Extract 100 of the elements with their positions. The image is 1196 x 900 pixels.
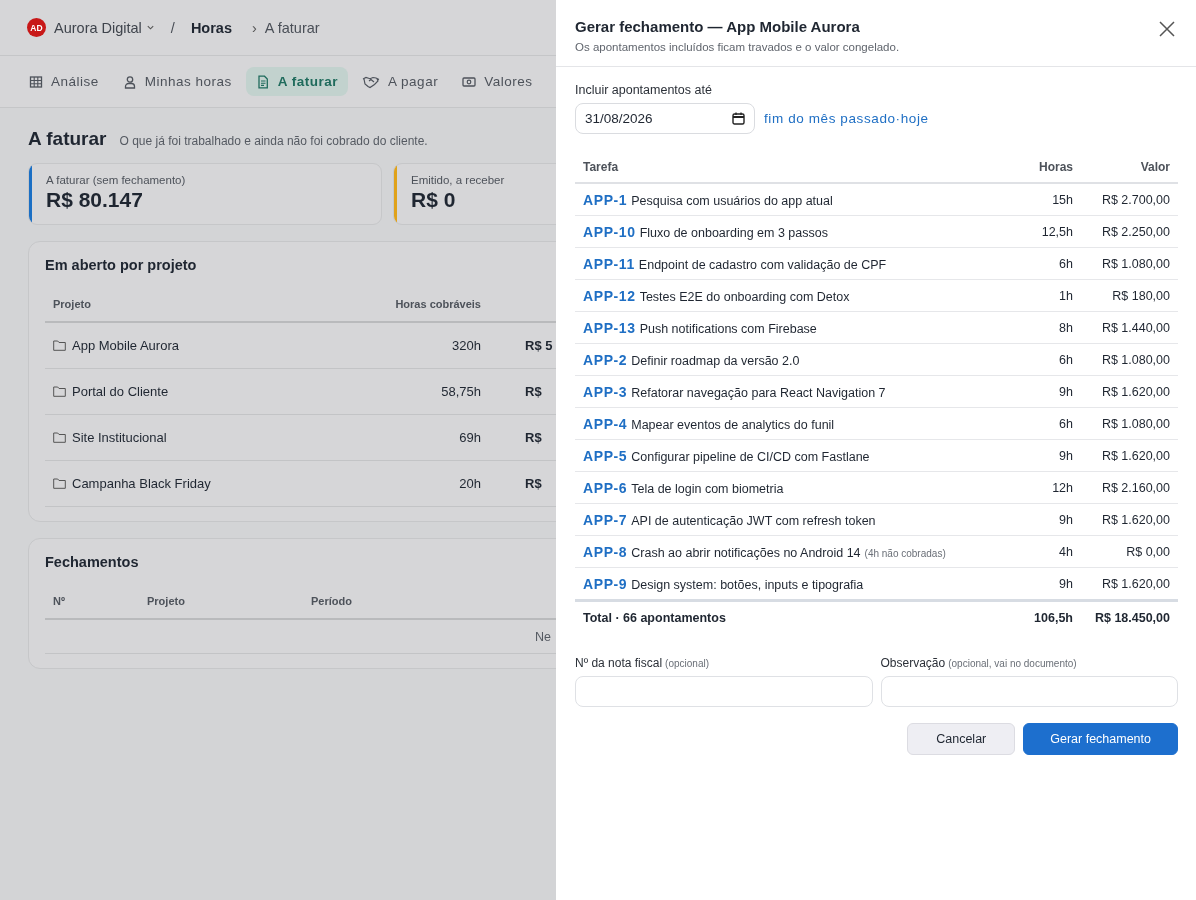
value-cell-text: R$ 1.620,00	[1100, 448, 1171, 463]
field-label: Incluir apontamentos até	[575, 83, 713, 97]
column-header: Valor	[1139, 160, 1171, 174]
drawer-subtitle: Os apontamentos incluídos ficam travados e o valor congelado.	[575, 41, 900, 53]
task-title: Testes E2E do onboarding com Detox	[639, 289, 850, 304]
field-hint: (opcional, vai no documento)	[948, 658, 1077, 669]
task-title: Refatorar navegação para React Navigation 7	[631, 385, 886, 400]
project-name: App Mobile Aurora	[72, 338, 179, 353]
task-link[interactable]: APP-5	[583, 447, 628, 464]
value-cell-text: R$ 1.620,00	[1100, 384, 1171, 399]
hours-cell-text: 320h	[451, 338, 481, 353]
card-title: Em aberto por projeto	[45, 257, 198, 273]
field-label: Nº da nota fiscal	[575, 656, 663, 670]
calendar-icon[interactable]	[732, 112, 745, 125]
task-link[interactable]: APP-10	[583, 223, 636, 240]
hours-cell-text: 15h	[1051, 192, 1073, 207]
column-header: Projeto	[146, 595, 186, 607]
task-link[interactable]: APP-4	[583, 415, 628, 432]
link-separator: ·	[895, 111, 901, 126]
metric-value: R$ 80.147	[46, 188, 144, 212]
hours-cell-text: 20h	[458, 476, 481, 491]
total-hours: 106,5h	[1033, 611, 1073, 625]
nav-tab[interactable]: Valores	[452, 67, 543, 96]
breadcrumb-arrow: ›	[252, 19, 257, 36]
breadcrumb-page: A faturar	[264, 19, 320, 36]
field-label: Observação	[880, 656, 946, 670]
task-link[interactable]: APP-3	[583, 383, 628, 400]
value-cell-text: R$ 1.440,00	[1100, 320, 1171, 335]
value-cell-text: R$ 2.250,00	[1100, 224, 1171, 239]
chevron-down-icon[interactable]	[145, 23, 155, 32]
task-link[interactable]: APP-6	[583, 479, 628, 496]
value-cell-text: R$ 2.700,00	[1100, 192, 1171, 207]
task-title: Push notifications com Firebase	[639, 321, 817, 336]
total-value: R$ 18.450,00	[1093, 611, 1171, 625]
breadcrumb-separator: /	[170, 19, 175, 36]
field-hint: (opcional)	[665, 658, 709, 669]
grid-icon	[29, 74, 43, 89]
nav-tab[interactable]: Análise	[19, 67, 109, 96]
task-link[interactable]: APP-9	[583, 575, 628, 592]
text-field[interactable]	[575, 676, 873, 707]
task-title: Tela de login com biometria	[631, 481, 784, 496]
value-cell-text: R$ 5	[524, 338, 554, 353]
hours-cell-text: 9h	[1058, 512, 1073, 527]
hours-cell-text: 58,75h	[440, 384, 481, 399]
nav-tab[interactable]: A faturar	[245, 67, 349, 96]
task-link[interactable]: APP-11	[583, 255, 635, 272]
value-cell-text: R$	[524, 476, 543, 491]
value-cell-text: R$ 1.080,00	[1100, 256, 1171, 271]
total-label: Total · 66 apontamentos	[582, 611, 727, 625]
project-name: Portal do Cliente	[72, 384, 169, 399]
hours-cell-text: 4h	[1058, 544, 1073, 559]
value-cell-text: R$ 0,00	[1125, 544, 1171, 559]
submit-button[interactable]: Gerar fechamento	[1023, 723, 1178, 755]
folder-icon	[53, 478, 66, 489]
value-cell-text: R$ 2.160,00	[1100, 480, 1171, 495]
task-title: Configurar pipeline de CI/CD com Fastlane	[631, 449, 870, 464]
folder-icon	[53, 432, 66, 443]
text-field[interactable]	[880, 676, 1178, 707]
project-name: Site Institucional	[72, 430, 167, 445]
value-cell-text: R$	[524, 384, 543, 399]
card-title: Fechamentos	[45, 554, 140, 570]
hours-cell-text: 12,5h	[1040, 224, 1073, 239]
handshake-icon	[362, 74, 381, 89]
nav-tab[interactable]: Minhas horas	[112, 67, 242, 96]
task-title: API de autenticação JWT com refresh token	[631, 513, 876, 528]
hours-cell-text: 9h	[1058, 384, 1073, 399]
hours-cell-text: 12h	[1051, 480, 1073, 495]
breadcrumb-section[interactable]: Horas	[190, 19, 232, 36]
project-name: Campanha Black Friday	[72, 476, 211, 491]
column-header: Nº	[52, 595, 66, 607]
value-cell-text: R$ 180,00	[1111, 288, 1171, 303]
task-title: Design system: botões, inputs e tipografia	[631, 577, 864, 592]
task-title: Pesquisa com usuários do app atual	[631, 193, 833, 208]
folder-icon	[53, 386, 66, 397]
date-field[interactable]: 31/08/2026	[575, 103, 755, 134]
hours-cell-text: 9h	[1058, 448, 1073, 463]
task-title: Mapear eventos de analytics do funil	[631, 417, 835, 432]
drawer-title: Gerar fechamento — App Mobile Aurora	[575, 18, 861, 35]
hours-cell-text: 6h	[1058, 256, 1073, 271]
cancel-button[interactable]: Cancelar	[907, 723, 1016, 755]
hours-cell-text: 9h	[1058, 576, 1073, 591]
task-link[interactable]: APP-8	[583, 543, 628, 560]
org-avatar: AD	[27, 18, 46, 37]
quick-date-link[interactable]: hoje	[900, 111, 929, 126]
task-link[interactable]: APP-13	[583, 319, 636, 336]
quick-date-link[interactable]: fim do mês passado	[764, 111, 896, 126]
page-title: A faturar	[28, 128, 107, 150]
hours-cell-text: 6h	[1058, 352, 1073, 367]
column-header: Tarefa	[582, 160, 620, 174]
empty-message: Ne	[535, 629, 551, 644]
person-icon	[122, 74, 137, 89]
task-link[interactable]: APP-2	[583, 351, 628, 368]
metric-value: R$ 0	[411, 188, 457, 212]
task-link[interactable]: APP-1	[583, 191, 628, 208]
column-header: Horas	[1038, 160, 1073, 174]
task-link[interactable]: APP-7	[583, 511, 628, 528]
close-icon	[1158, 20, 1176, 38]
org-name[interactable]: Aurora Digital	[54, 19, 142, 36]
nav-tab[interactable]: A pagar	[352, 67, 449, 96]
task-link[interactable]: APP-12	[583, 287, 636, 304]
